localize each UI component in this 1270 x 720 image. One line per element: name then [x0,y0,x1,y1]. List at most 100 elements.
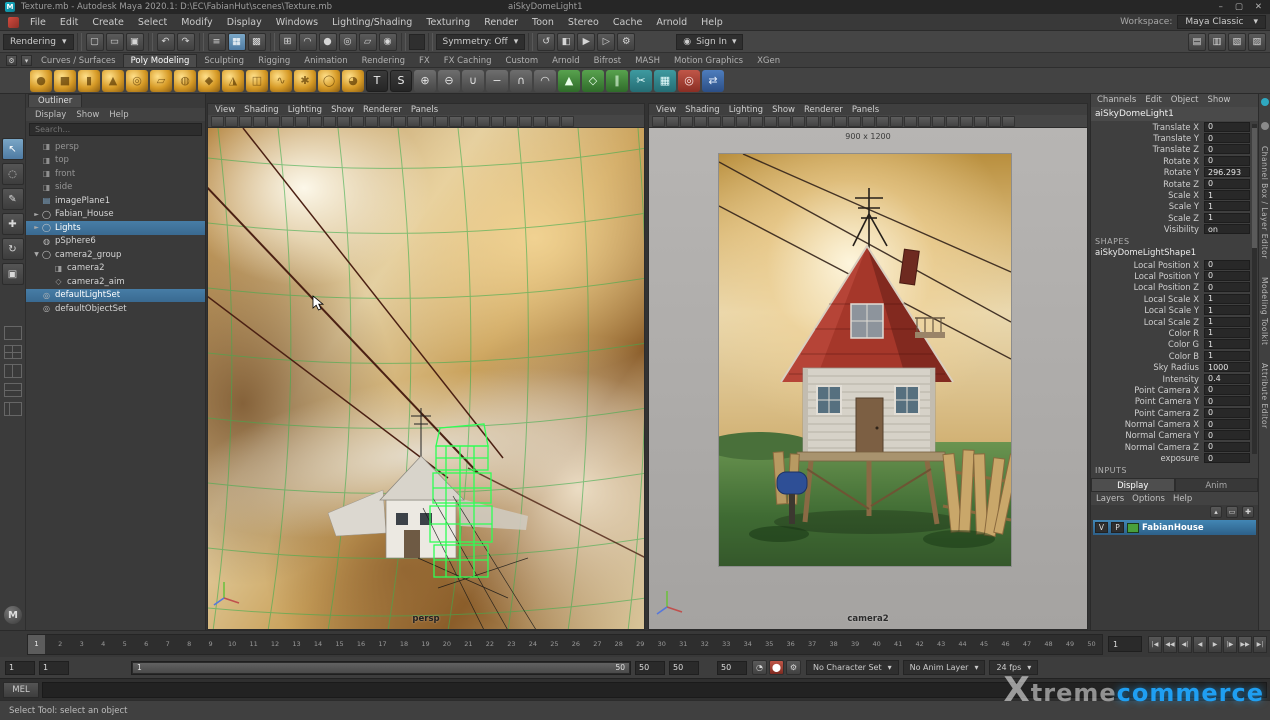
film-gate-icon[interactable] [323,115,336,127]
expand-arrow-icon[interactable]: ► [32,211,41,218]
select-tool[interactable]: ↖ [1,138,24,160]
new-layer-from-selected-icon[interactable]: ✚ [1242,506,1254,518]
exposure-icon[interactable] [561,115,574,127]
dock-tab[interactable]: Attribute Editor [1260,363,1269,429]
sign-in-button[interactable]: ◉ Sign In ▾ [676,33,744,50]
outliner-menu-item[interactable]: Display [31,110,70,120]
shelf-tab[interactable]: Motion Graphics [667,55,750,67]
bevel-icon[interactable]: ◇ [582,69,604,92]
exposure-icon[interactable] [1002,115,1015,127]
select-object-icon[interactable]: ▦ [227,32,246,51]
type-tool-icon[interactable]: T [366,69,388,92]
attribute-value-field[interactable]: 1 [1204,212,1250,223]
poly-cylinder-icon[interactable]: ▮ [78,69,100,92]
boolean-union-icon[interactable]: ∪ [462,69,484,92]
dock-tab[interactable]: Channel Box / Layer Editor [1260,146,1269,259]
current-frame-field[interactable]: 1 [1108,636,1142,652]
shelf-tab[interactable]: Rendering [355,55,412,67]
outliner-item[interactable]: ► ◯ Fabian_House [26,208,205,222]
gate-mask-icon[interactable] [792,115,805,127]
shelf-tab[interactable]: Sculpting [197,55,251,67]
menu-item[interactable]: Toon [525,17,561,28]
attribute-value-field[interactable]: 0 [1204,155,1250,166]
animation-end-field[interactable]: 50 [669,660,699,675]
attribute-value-field[interactable]: 0 [1204,441,1250,452]
poly-soccer-ball-icon[interactable]: ◯ [318,69,340,92]
snap-to-grid-icon[interactable]: ⊞ [278,32,297,51]
menu-item[interactable]: Create [85,17,131,28]
channel-box-scrollbar[interactable] [1252,124,1257,454]
2d-pan-zoom-icon[interactable] [281,115,294,127]
current-frame-marker[interactable]: 1 [28,634,45,654]
expand-arrow-icon[interactable]: ▼ [32,251,41,258]
poly-superellipse-icon[interactable]: ◕ [342,69,364,92]
outliner-item[interactable]: ► ◯ Lights [26,221,205,235]
outliner-item[interactable]: ◨ top [26,154,205,168]
anti-aliasing-icon[interactable] [946,115,959,127]
wireframe-mode-icon[interactable] [848,115,861,127]
layer-editor-tab[interactable]: Anim [1174,478,1258,492]
channel-box-menu-item[interactable]: Show [1203,95,1234,106]
textured-mode-icon[interactable] [435,115,448,127]
layer-editor-tab[interactable]: Display [1091,478,1175,492]
outliner-item[interactable]: ◎ defaultObjectSet [26,302,205,316]
range-min-handle[interactable]: 1 [137,663,142,672]
search-input[interactable] [30,125,201,134]
scale-tool[interactable]: ▣ [1,263,24,285]
attribute-value-field[interactable]: 0 [1204,121,1250,132]
layout-single-pane[interactable] [3,326,22,340]
auto-keyframe-icon[interactable]: ⬤ [769,660,784,675]
animation-preferences-icon[interactable]: ⚙ [786,660,801,675]
attribute-value-field[interactable]: 1 [1204,327,1250,338]
snap-view-plane-icon[interactable]: ▱ [358,32,377,51]
mirror-icon[interactable]: ⇄ [702,69,724,92]
safe-title-icon[interactable] [834,115,847,127]
channel-box-menu-item[interactable]: Edit [1141,95,1165,106]
poly-pipe-icon[interactable]: ◫ [246,69,268,92]
attribute-value-field[interactable]: 1000 [1204,362,1250,373]
redo-icon[interactable]: ↷ [176,32,195,51]
attribute-value-field[interactable]: 1 [1204,350,1250,361]
shelf-tab[interactable]: XGen [750,55,787,67]
boolean-intersection-icon[interactable]: ∩ [510,69,532,92]
poly-disc-icon[interactable]: ◍ [174,69,196,92]
bridge-icon[interactable]: ∥ [606,69,628,92]
attribute-value-field[interactable]: 296.293 [1204,167,1250,178]
shelf-menu-icon[interactable]: ⚙ [6,55,17,66]
motion-blur-icon[interactable] [932,115,945,127]
save-scene-icon[interactable]: ▣ [125,32,144,51]
minimize-button[interactable]: – [1219,2,1223,12]
viewport-menu-item[interactable]: Shading [681,105,724,115]
menu-item[interactable]: Windows [269,17,325,28]
anim-layer-selector[interactable]: No Anim Layer ▾ [902,660,986,675]
viewport-menu-item[interactable]: Shading [240,105,283,115]
poly-helix-icon[interactable]: ∿ [270,69,292,92]
layer-visibility-toggle[interactable]: V [1095,522,1108,533]
range-max-handle[interactable]: 50 [615,663,625,672]
field-chart-icon[interactable] [806,115,819,127]
viewport-menu-item[interactable]: Renderer [359,105,406,115]
mel-toggle-button[interactable]: MEL [3,681,39,698]
menu-item[interactable]: Display [220,17,269,28]
live-surface-field[interactable] [408,33,425,50]
menu-item[interactable]: File [23,17,53,28]
poly-plane-icon[interactable]: ▱ [150,69,172,92]
menu-item[interactable]: Stereo [561,17,606,28]
image-plane-icon[interactable] [267,115,280,127]
move-tool[interactable]: ✚ [1,213,24,235]
menu-item[interactable]: Render [477,17,525,28]
outliner-menu-item[interactable]: Show [72,110,103,120]
undo-icon[interactable]: ↶ [156,32,175,51]
make-live-icon[interactable]: ◉ [378,32,397,51]
attribute-value-field[interactable]: 0 [1204,178,1250,189]
attribute-value-field[interactable]: 0 [1204,453,1250,464]
outliner-item[interactable]: ◨ front [26,167,205,181]
smooth-icon[interactable]: ◠ [534,69,556,92]
menu-item[interactable]: Lighting/Shading [325,17,419,28]
toggle-attribute-editor-icon[interactable]: ▥ [1208,32,1226,51]
outliner-item[interactable]: ◎ defaultLightSet [26,288,205,302]
screen-space-ao-icon[interactable] [477,115,490,127]
go-to-start-button[interactable]: |◀ [1148,635,1162,653]
camera2-viewport-canvas[interactable]: 900 x 1200 camera2 [649,128,1087,629]
attribute-value-field[interactable]: 1 [1204,190,1250,201]
